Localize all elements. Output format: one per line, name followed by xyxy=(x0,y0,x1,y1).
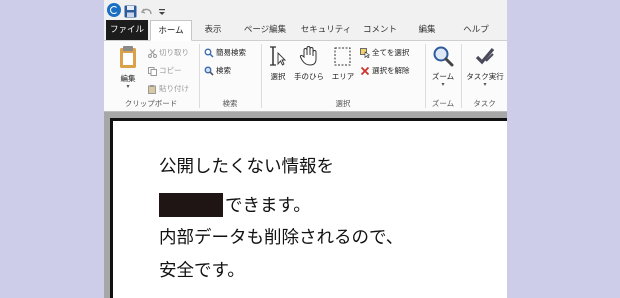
zoom-group-label: ズーム xyxy=(431,99,455,108)
copy-label: コピー xyxy=(159,66,182,75)
ribbon: 編集 ▾ 切り取り コピー 貼り付け クリップボード 簡易検索 検索 検索 選択… xyxy=(104,41,507,112)
select-group: 選択 手のひら エリア 全てを選択 選択を解除 選択 xyxy=(262,41,424,111)
search-group-label: 検索 xyxy=(222,99,238,108)
copy-button[interactable]: コピー xyxy=(148,65,182,77)
app-logo-icon[interactable] xyxy=(107,3,121,17)
document-page[interactable]: 公開したくない情報を できます。 内部データも削除されるので、 安全です。 xyxy=(110,118,507,298)
undo-icon[interactable] xyxy=(140,3,153,19)
magnifier-icon xyxy=(432,46,454,69)
save-icon[interactable] xyxy=(124,3,137,19)
clipboard-group: 編集 ▾ 切り取り コピー 貼り付け クリップボード xyxy=(104,41,198,111)
document-line: 公開したくない情報を xyxy=(159,157,334,177)
qat-customize-icon[interactable] xyxy=(157,3,167,19)
cut-button[interactable]: 切り取り xyxy=(148,47,189,59)
cut-label: 切り取り xyxy=(159,48,189,57)
search-group: 簡易検索 検索 検索 xyxy=(200,41,260,111)
hand-tool-button[interactable]: 手のひら xyxy=(292,45,326,82)
task-group: タスク実行 ▾ タスク xyxy=(462,41,507,111)
text-cursor-icon xyxy=(269,46,287,69)
area-select-icon xyxy=(333,47,353,69)
search-button[interactable]: 検索 xyxy=(204,65,231,77)
area-select-button[interactable]: エリア xyxy=(330,45,356,82)
task-icon xyxy=(474,47,496,69)
search-icon xyxy=(204,66,214,76)
application-window: ファイル ホーム 表示 ページ編集 セキュリティ コメント 編集 ヘルプ 編集 … xyxy=(104,0,507,298)
tab-view[interactable]: 表示 xyxy=(196,20,230,40)
document-line: できます。 xyxy=(225,196,311,216)
select-label: 選択 xyxy=(270,72,286,81)
scissors-icon xyxy=(148,48,157,58)
tab-comment[interactable]: コメント xyxy=(360,20,400,40)
chevron-down-icon: ▾ xyxy=(483,81,487,88)
simple-search-label: 簡易検索 xyxy=(216,48,246,57)
deselect-icon xyxy=(360,66,370,76)
ribbon-tabs: ファイル ホーム 表示 ページ編集 セキュリティ コメント 編集 ヘルプ xyxy=(104,20,507,41)
copy-icon xyxy=(148,66,157,76)
edit-button[interactable]: 編集 ▾ xyxy=(114,45,142,90)
select-all-label: 全てを選択 xyxy=(372,48,410,57)
tab-edit[interactable]: 編集 xyxy=(410,20,444,40)
quick-access-toolbar xyxy=(104,0,507,20)
select-all-icon xyxy=(360,48,371,59)
select-group-label: 選択 xyxy=(335,99,351,108)
document-line: 安全です。 xyxy=(159,261,245,281)
document-view[interactable]: 公開したくない情報を できます。 内部データも削除されるので、 安全です。 xyxy=(104,112,507,298)
deselect-button[interactable]: 選択を解除 xyxy=(360,65,410,77)
deselect-label: 選択を解除 xyxy=(372,66,410,75)
document-line: 内部データも削除されるので、 xyxy=(159,228,404,248)
select-tool-button[interactable]: 選択 xyxy=(266,45,290,82)
paste-icon xyxy=(148,84,156,94)
area-label: エリア xyxy=(331,72,355,81)
select-all-button[interactable]: 全てを選択 xyxy=(360,47,409,59)
search-label: 検索 xyxy=(216,66,231,75)
simple-search-icon xyxy=(204,48,214,58)
paste-button[interactable]: 貼り付け xyxy=(148,83,189,95)
zoom-button[interactable]: ズーム ▾ xyxy=(429,45,457,88)
redaction-mark xyxy=(159,193,223,217)
hand-icon xyxy=(299,45,319,69)
tab-page-edit[interactable]: ページ編集 xyxy=(236,20,294,40)
hand-label: 手のひら xyxy=(294,72,324,81)
tab-file[interactable]: ファイル xyxy=(106,20,148,40)
paste-label: 貼り付け xyxy=(159,84,189,93)
clipboard-icon xyxy=(118,46,138,71)
chevron-down-icon: ▾ xyxy=(441,81,445,88)
run-task-button[interactable]: タスク実行 ▾ xyxy=(463,45,507,88)
simple-search-button[interactable]: 簡易検索 xyxy=(204,47,246,59)
clipboard-group-label: クリップボード xyxy=(124,99,178,108)
tab-help[interactable]: ヘルプ xyxy=(456,20,496,40)
task-group-label: タスク xyxy=(473,99,496,108)
chevron-down-icon: ▾ xyxy=(126,83,130,90)
tab-security[interactable]: セキュリティ xyxy=(300,20,352,40)
tab-home[interactable]: ホーム xyxy=(150,20,192,41)
zoom-group: ズーム ▾ ズーム xyxy=(426,41,460,111)
